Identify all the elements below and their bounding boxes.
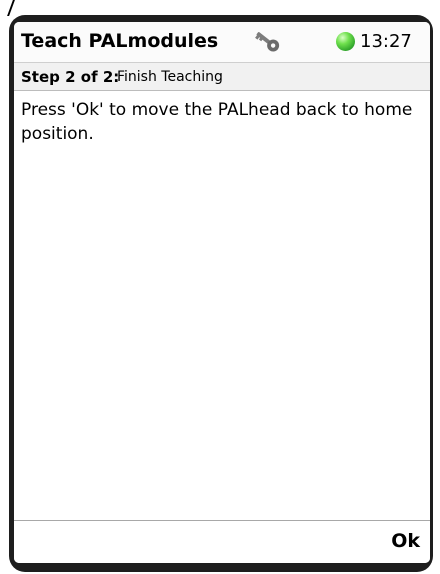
device-edge-mark [7,0,27,16]
step-label: Step 2 of 2: [21,68,120,86]
step-title: Finish Teaching [117,69,223,85]
instruction-message: Press 'Ok' to move the PALhead back to h… [21,100,413,144]
clock: 13:27 [360,31,412,52]
status-indicator-icon [336,32,355,51]
ok-button[interactable]: Ok [389,530,422,552]
page-title: Teach PALmodules [21,30,219,52]
title-bar: Teach PALmodules 13:27 [14,22,430,63]
step-bar: Step 2 of 2: Finish Teaching [14,63,430,91]
softkey-bar: Ok [14,520,430,563]
screen: Teach PALmodules 13:27 Step 2 of 2: Fini… [14,22,430,563]
key-icon [250,29,284,55]
